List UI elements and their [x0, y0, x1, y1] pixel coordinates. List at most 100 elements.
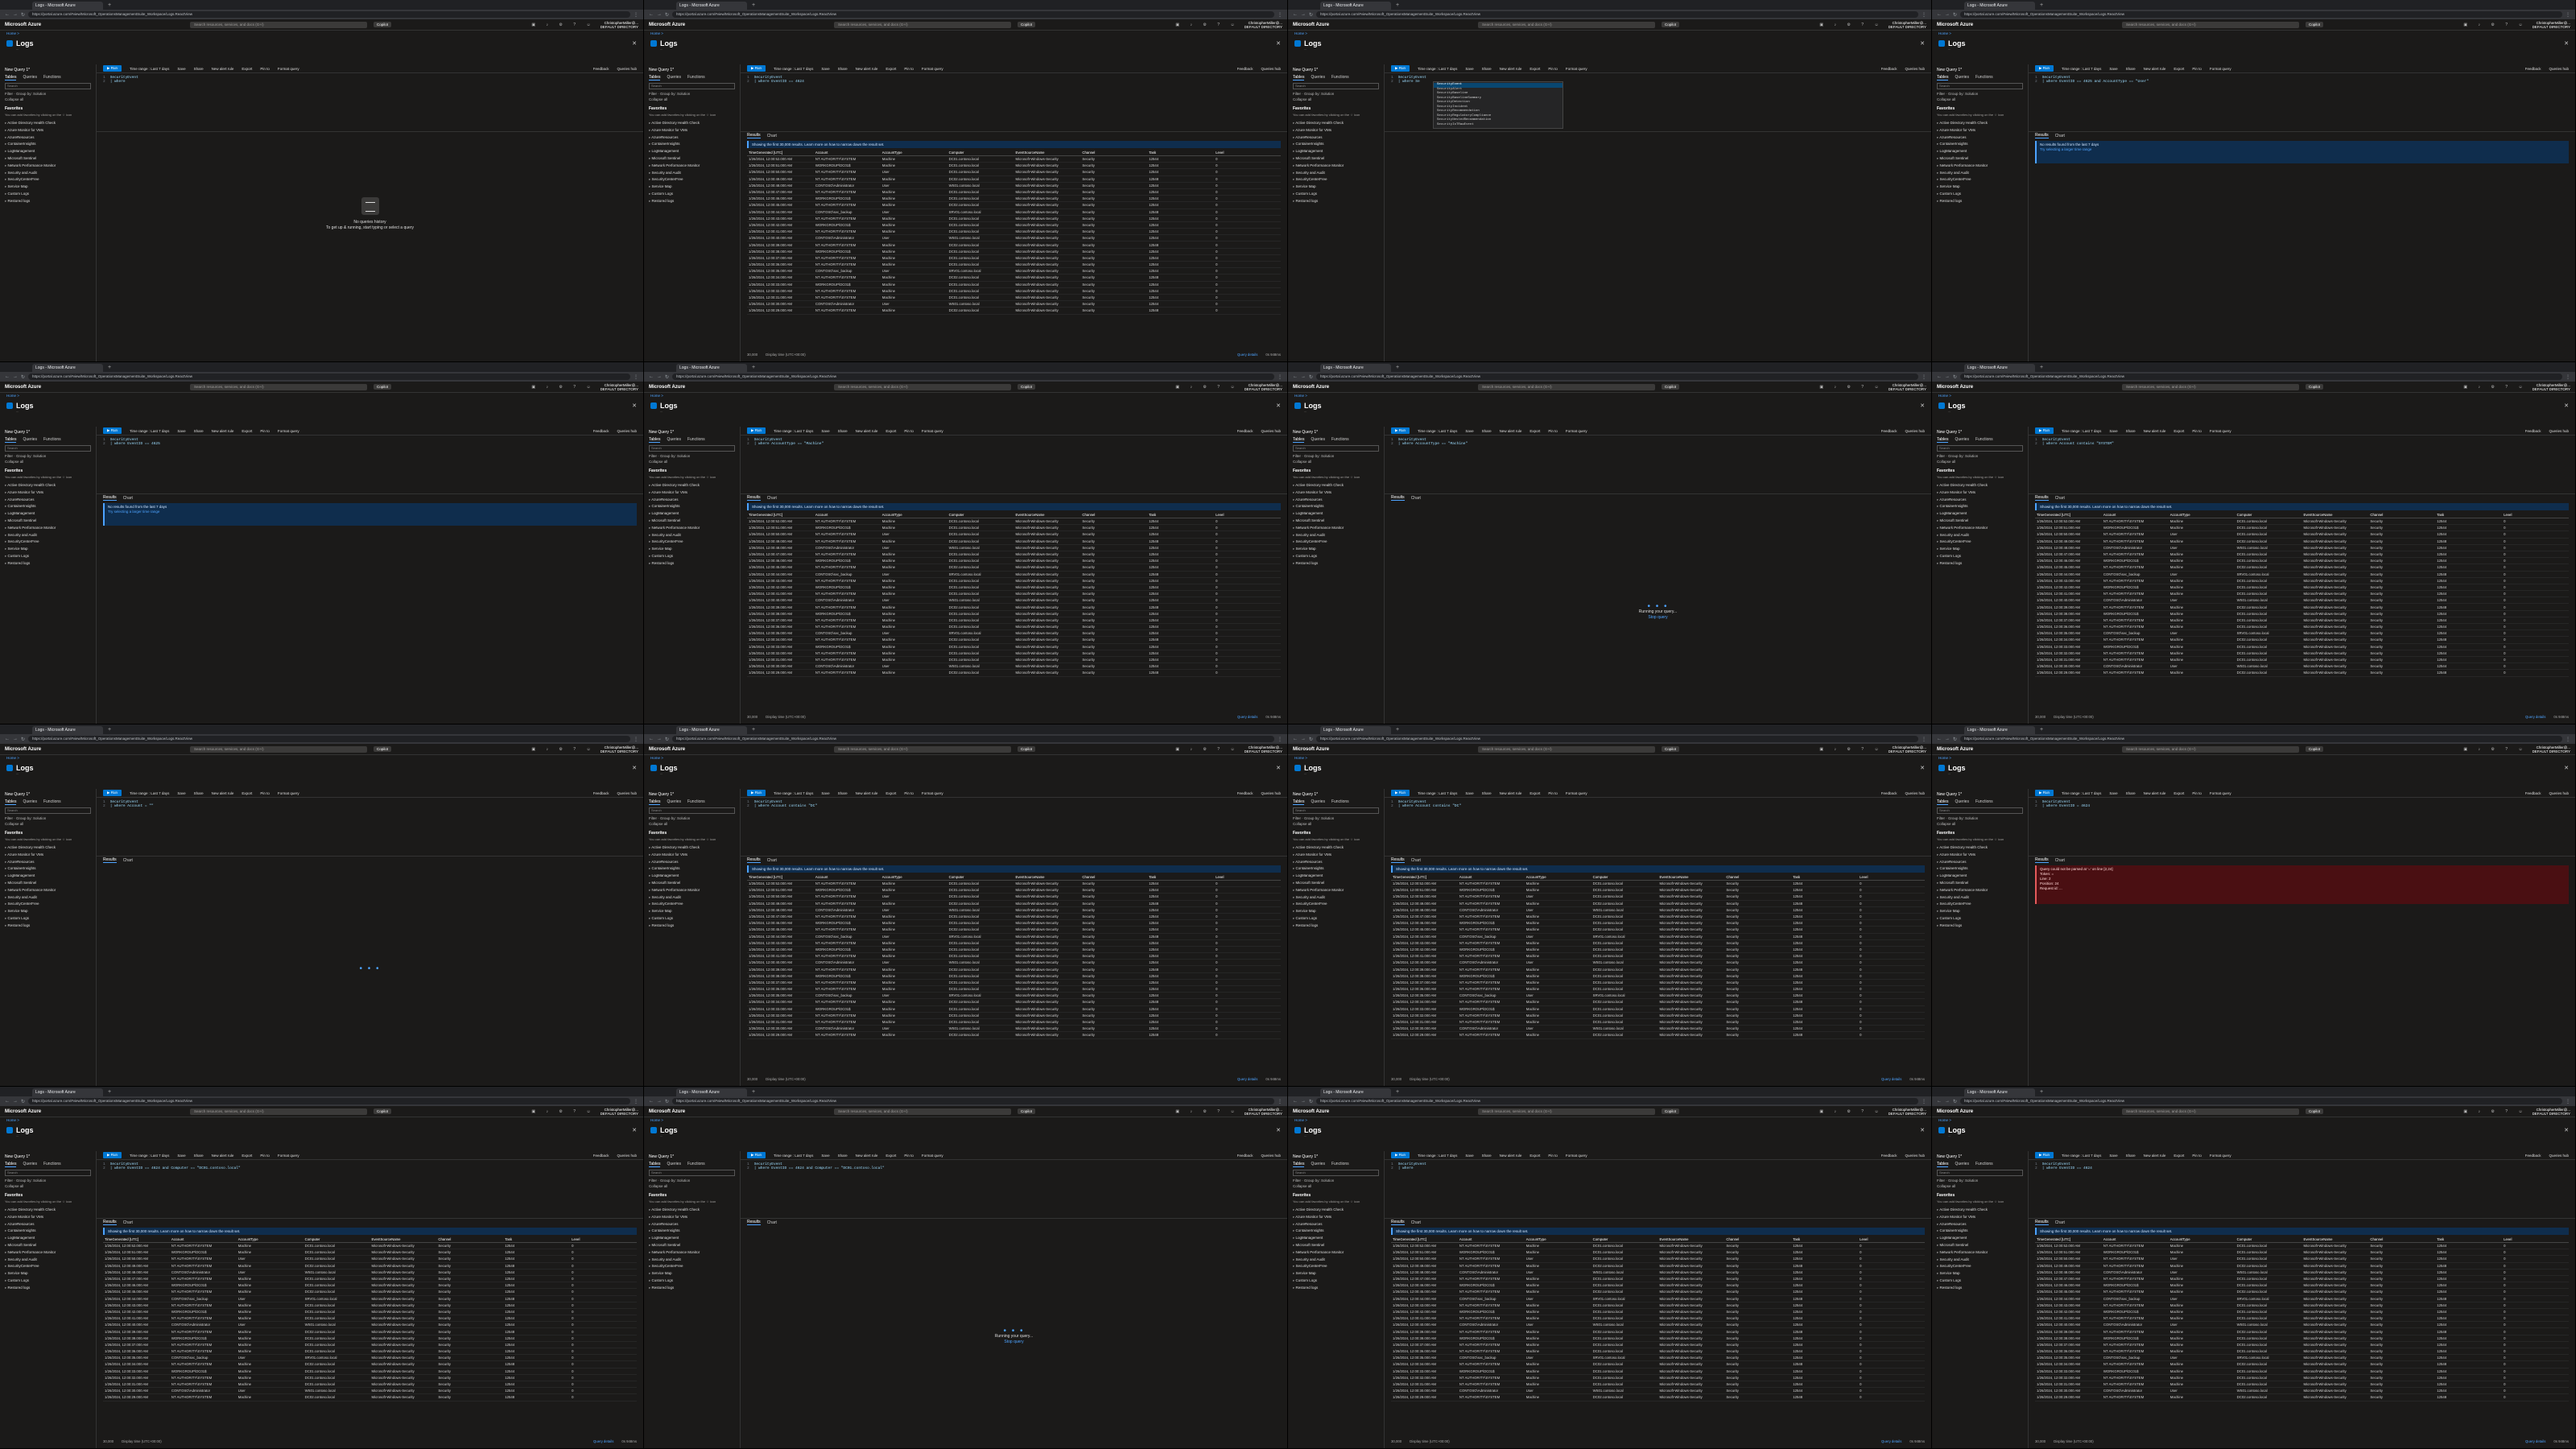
- pin-button[interactable]: Pin to: [904, 429, 914, 433]
- url-input[interactable]: https://portal.azure.com/#view/Microsoft…: [28, 736, 630, 742]
- query-tab[interactable]: New Query 1*: [1293, 68, 1379, 72]
- new-alert-button[interactable]: New alert rule: [856, 67, 878, 71]
- table-row[interactable]: 1/26/2024, 12:00:31.000 AM NT AUTHORITY\S…: [2035, 1381, 2569, 1389]
- save-button[interactable]: Save: [177, 1154, 185, 1158]
- menu-icon[interactable]: ⋮: [634, 1099, 638, 1104]
- back-icon[interactable]: ←: [649, 374, 654, 379]
- query-editor[interactable]: 1 SecurityEvent 2 | where Account contains …: [1385, 798, 1931, 857]
- azure-brand[interactable]: Microsoft Azure: [1293, 385, 1478, 390]
- query-text[interactable]: | where Account = "": [110, 804, 154, 808]
- account-menu[interactable]: ChristopherMiller@... DEFAULT DIRECTORY: [2533, 745, 2570, 753]
- sidebar-search-input[interactable]: Search: [5, 83, 91, 89]
- share-button[interactable]: Share: [2126, 429, 2136, 433]
- format-query-button[interactable]: Format query: [1566, 1154, 1587, 1158]
- collapse-all-button[interactable]: Collapse all: [649, 460, 735, 464]
- table-row[interactable]: 1/26/2024, 12:00:30.000 AM CONTOSO\Admini…: [747, 300, 1281, 308]
- back-icon[interactable]: ←: [649, 1099, 654, 1104]
- format-query-button[interactable]: Format query: [2210, 67, 2231, 71]
- filter-group-row[interactable]: Filter · Group by: Solution: [1937, 1179, 2023, 1183]
- close-icon[interactable]: ✕: [1920, 40, 1925, 47]
- header-icons[interactable]: ▣ ♪ ⚙ ? ☺: [2463, 1109, 2527, 1114]
- share-button[interactable]: Share: [194, 429, 204, 433]
- editor-line[interactable]: 2 | where Account = "": [103, 804, 637, 808]
- sidebar-item[interactable]: Microsoft Sentinel: [5, 155, 91, 163]
- table-row[interactable]: 1/26/2024, 12:00:44.000 AM CONTOSO\svc_ba…: [103, 1295, 637, 1302]
- url-input[interactable]: https://portal.azure.com/#view/Microsoft…: [1316, 736, 1918, 742]
- format-query-button[interactable]: Format query: [1566, 429, 1587, 433]
- table-row[interactable]: 1/26/2024, 12:00:48.000 AM CONTOSO\Admini…: [747, 906, 1281, 914]
- azure-brand[interactable]: Microsoft Azure: [649, 23, 834, 27]
- query-text[interactable]: | where EventID == 4624 and Computer == …: [754, 1166, 885, 1170]
- sidebar-item[interactable]: LogManagement: [649, 148, 735, 155]
- account-menu[interactable]: ChristopherMiller@... DEFAULT DIRECTORY: [2533, 1108, 2570, 1116]
- export-button[interactable]: Export: [1530, 791, 1540, 795]
- global-search-input[interactable]: Search resources, services, and docs (G+…: [2122, 383, 2299, 390]
- save-button[interactable]: Save: [1465, 429, 1473, 433]
- new-alert-button[interactable]: New alert rule: [856, 791, 878, 795]
- table-row[interactable]: 1/26/2024, 12:00:47.000 AM NT AUTHORITY\S…: [747, 551, 1281, 559]
- close-icon[interactable]: ✕: [1276, 40, 1281, 47]
- sidebar-item[interactable]: Service Map: [5, 1270, 91, 1278]
- sidebar-item[interactable]: Custom Logs: [1937, 553, 2023, 560]
- sidebar-item[interactable]: LogManagement: [1293, 510, 1379, 518]
- run-button[interactable]: ▶ Run: [747, 65, 766, 72]
- table-row[interactable]: 1/26/2024, 12:00:47.000 AM NT AUTHORITY\S…: [2035, 551, 2569, 559]
- breadcrumb[interactable]: Home >: [0, 1117, 643, 1125]
- sidebar-item[interactable]: AzureResources: [5, 134, 91, 142]
- feedback-button[interactable]: Feedback: [1881, 67, 1897, 71]
- table-row[interactable]: 1/26/2024, 12:00:51.000 AM WORKGROUP\DC01…: [747, 886, 1281, 894]
- export-button[interactable]: Export: [242, 1154, 252, 1158]
- run-button[interactable]: ▶ Run: [747, 790, 766, 796]
- reload-icon[interactable]: ↻: [665, 374, 669, 380]
- pin-button[interactable]: Pin to: [904, 791, 914, 795]
- format-query-button[interactable]: Format query: [1566, 791, 1587, 795]
- global-search-input[interactable]: Search resources, services, and docs (G+…: [1478, 21, 1655, 28]
- sidebar-item[interactable]: SecurityCenterFree: [649, 901, 735, 908]
- export-button[interactable]: Export: [886, 1154, 896, 1158]
- forward-icon[interactable]: →: [1945, 374, 1950, 379]
- sidebar-item[interactable]: Security and Audit: [649, 1257, 735, 1264]
- timezone-label[interactable]: Display time (UTC+00:00): [122, 1439, 162, 1445]
- column-header[interactable]: Task: [1147, 874, 1215, 881]
- sidebar-item[interactable]: SecurityCenterFree: [649, 1263, 735, 1270]
- sidebar-item[interactable]: AzureResources: [1937, 859, 2023, 866]
- column-header[interactable]: Account: [813, 150, 881, 156]
- column-header[interactable]: Task: [1147, 150, 1215, 156]
- table-row[interactable]: 1/26/2024, 12:00:44.000 AM CONTOSO\svc_ba…: [1391, 933, 1925, 940]
- sidebar-search-input[interactable]: Search: [1293, 1170, 1379, 1176]
- tab-results[interactable]: Results: [1391, 495, 1405, 501]
- browser-tab[interactable]: Logs - Microsoft Azure: [1964, 364, 2035, 372]
- table-row[interactable]: 1/26/2024, 12:00:49.000 AM NT AUTHORITY\S…: [747, 900, 1281, 907]
- new-tab-icon[interactable]: +: [108, 726, 111, 734]
- sidebar-item[interactable]: Network Performance Monitor: [649, 525, 735, 532]
- table-row[interactable]: 1/26/2024, 12:00:41.000 AM NT AUTHORITY\S…: [1391, 952, 1925, 960]
- tab-tables[interactable]: Tables: [1937, 75, 1949, 80]
- tab-functions[interactable]: Functions: [1331, 1162, 1349, 1167]
- column-header[interactable]: AccountType: [2168, 512, 2235, 518]
- column-header[interactable]: AccountType: [236, 1236, 303, 1243]
- sidebar-item[interactable]: Azure Monitor for VMs: [649, 489, 735, 497]
- reload-icon[interactable]: ↻: [1309, 374, 1313, 380]
- export-button[interactable]: Export: [2174, 67, 2184, 71]
- sidebar-item[interactable]: LogManagement: [5, 1235, 91, 1242]
- sidebar-item[interactable]: Custom Logs: [649, 915, 735, 923]
- sidebar-item[interactable]: Custom Logs: [1937, 915, 2023, 923]
- query-tab[interactable]: New Query 1*: [649, 430, 735, 435]
- table-row[interactable]: 1/26/2024, 12:00:32.000 AM NT AUTHORITY\S…: [103, 1374, 637, 1381]
- browser-tab[interactable]: Logs - Microsoft Azure: [1320, 726, 1391, 734]
- table-row[interactable]: 1/26/2024, 12:00:33.000 AM WORKGROUP\DC01…: [2035, 643, 2569, 650]
- query-tab[interactable]: New Query 1*: [649, 792, 735, 797]
- table-row[interactable]: 1/26/2024, 12:00:42.000 AM WORKGROUP\DC01…: [1391, 946, 1925, 954]
- sidebar-item[interactable]: Microsoft Sentinel: [5, 518, 91, 525]
- table-row[interactable]: 1/26/2024, 12:00:41.000 AM NT AUTHORITY\S…: [1391, 1315, 1925, 1323]
- editor-line[interactable]: 2 | where EventID == 4625: [103, 442, 637, 446]
- tab-results[interactable]: Results: [747, 133, 761, 138]
- browser-tab[interactable]: Logs - Microsoft Azure: [676, 364, 747, 372]
- table-row[interactable]: 1/26/2024, 12:00:39.000 AM NT AUTHORITY\S…: [2035, 603, 2569, 611]
- export-button[interactable]: Export: [2174, 1154, 2184, 1158]
- sidebar-item[interactable]: Restored logs: [649, 923, 735, 930]
- tab-tables[interactable]: Tables: [5, 75, 17, 80]
- column-header[interactable]: Account: [169, 1236, 237, 1243]
- query-text[interactable]: | where Se: [1398, 80, 1420, 84]
- new-tab-icon[interactable]: +: [1396, 2, 1399, 10]
